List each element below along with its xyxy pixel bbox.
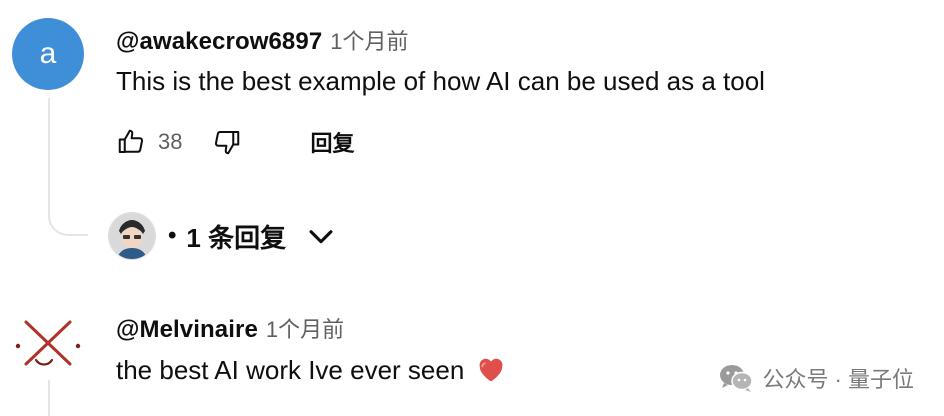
thumbs-up-icon	[118, 129, 144, 153]
thumbs-down-icon	[215, 131, 240, 155]
avatar[interactable]	[12, 316, 84, 378]
comment-actions: 38 回复	[116, 126, 355, 158]
heart-emoji-icon	[479, 358, 502, 382]
thread-connector-line	[48, 380, 50, 416]
comment-header: @awakecrow6897 1个月前	[116, 24, 409, 56]
comment-text-row: the best AI work Ive ever seen	[116, 355, 506, 386]
comment-timestamp[interactable]: 1个月前	[266, 312, 344, 344]
view-replies-toggle[interactable]: • 1 条回复	[108, 212, 338, 260]
comment-text: This is the best example of how AI can b…	[116, 66, 765, 96]
cross-face-avatar-icon	[15, 320, 81, 366]
avatar[interactable]: a	[12, 18, 84, 90]
reply-button[interactable]: 回复	[310, 126, 354, 158]
chevron-down-icon	[309, 230, 333, 244]
author-handle[interactable]: @awakecrow6897	[116, 28, 322, 56]
separator-dot: •	[168, 222, 177, 249]
reply-author-avatar	[108, 212, 156, 260]
like-button[interactable]	[116, 127, 146, 157]
author-handle[interactable]: @Melvinaire	[116, 316, 258, 344]
watermark: 公众号 · 量子位	[718, 362, 914, 394]
dislike-button[interactable]	[212, 127, 242, 157]
comment-header: @Melvinaire 1个月前	[116, 312, 344, 344]
comment-text: the best AI work Ive ever seen	[116, 355, 465, 385]
like-count: 38	[158, 129, 183, 154]
watermark-text: 公众号 · 量子位	[762, 367, 914, 392]
thread-connector-line	[48, 98, 88, 236]
replies-count-label: 1 条回复	[186, 222, 287, 253]
comment-timestamp[interactable]: 1个月前	[330, 24, 408, 56]
wechat-icon	[720, 365, 754, 392]
